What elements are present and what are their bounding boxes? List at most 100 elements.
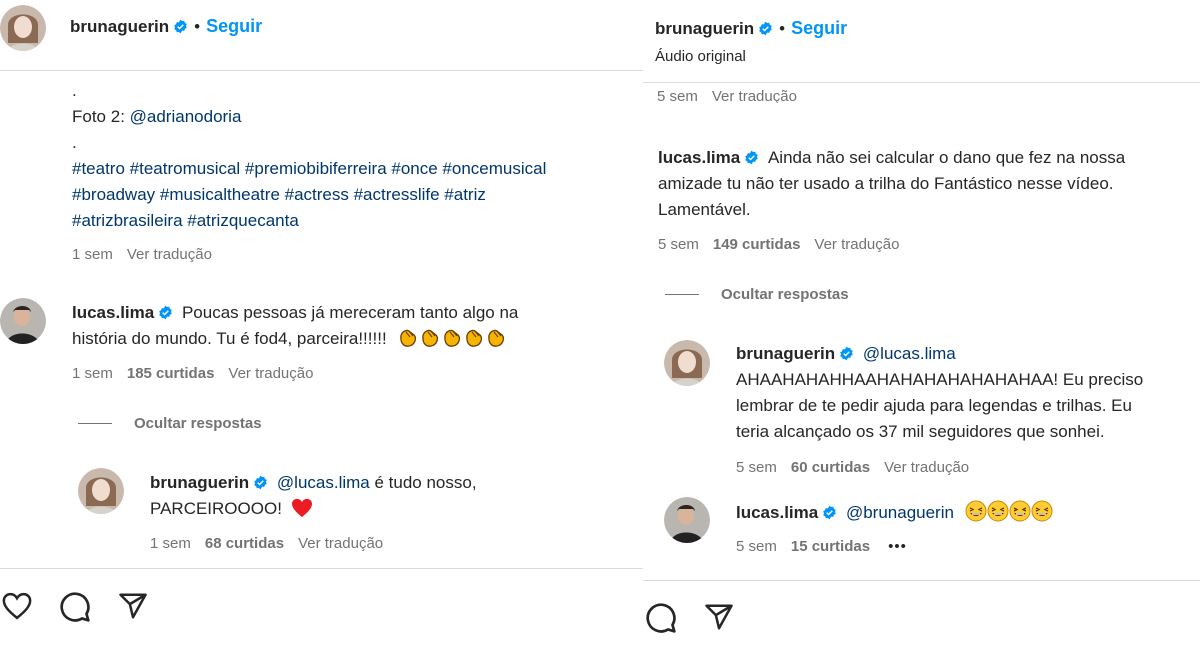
comment-text: história do mundo. Tu é fod4, parceira!!…	[72, 329, 387, 348]
post-header: brunaguerin • Seguir	[70, 16, 262, 37]
left-post-panel: brunaguerin • Seguir . Foto 2: @adrianodor…	[0, 0, 643, 648]
translate-link[interactable]: Ver tradução	[127, 246, 212, 263]
cropped-caption-remnant	[72, 64, 412, 72]
more-icon[interactable]: •••	[888, 538, 907, 555]
header-username[interactable]: brunaguerin	[70, 17, 169, 36]
hide-replies-label: Ocultar respostas	[134, 415, 262, 432]
likes-count[interactable]: 68 curtidas	[205, 535, 284, 552]
red-heart-emoji	[291, 498, 313, 518]
reply-meta: 1 sem 68 curtidas Ver tradução	[150, 535, 397, 552]
comment-icon[interactable]	[645, 602, 677, 634]
translate-link[interactable]: Ver tradução	[814, 236, 899, 253]
follow-button[interactable]: Seguir	[206, 16, 262, 36]
likes-count[interactable]: 60 curtidas	[791, 459, 870, 476]
verified-badge-icon	[744, 150, 759, 165]
comment-text: amizade tu não ter usado a trilha do Fan…	[658, 174, 1114, 193]
translate-link[interactable]: Ver tradução	[884, 459, 969, 476]
clap-emoji-group	[397, 329, 507, 348]
comment: lucas.lima Ainda não sei calcular o dano…	[658, 145, 1200, 223]
reply-text: AHAAHAHAHHAAHAHAHAHAHAHAHAA! Eu preciso	[736, 370, 1144, 389]
reply-username[interactable]: lucas.lima	[736, 503, 818, 522]
photo-credit-label: Foto 2:	[72, 107, 130, 126]
reply-time: 1 sem	[150, 535, 191, 552]
verified-badge-icon	[253, 475, 268, 490]
reply-text: é tudo nosso,	[369, 473, 477, 492]
share-icon[interactable]	[703, 602, 735, 632]
translate-link[interactable]: Ver tradução	[228, 365, 313, 382]
share-icon[interactable]	[117, 591, 149, 621]
caption-time: 1 sem	[72, 246, 113, 263]
caption-dot: .	[72, 133, 77, 152]
lucas-avatar[interactable]	[664, 497, 710, 543]
bruna-avatar[interactable]	[78, 468, 124, 514]
laughing-emoji	[1031, 500, 1053, 522]
verified-badge-icon	[839, 346, 854, 361]
reply-username[interactable]: brunaguerin	[150, 473, 249, 492]
comment-username[interactable]: lucas.lima	[72, 303, 154, 322]
clap-emoji	[397, 326, 419, 348]
post-caption: . Foto 2: @adrianodoria . #teatro #teatr…	[72, 78, 642, 234]
likes-count[interactable]: 15 curtidas	[791, 538, 870, 555]
reply-mention[interactable]: @brunaguerin	[846, 503, 954, 522]
laughing-emoji	[987, 500, 1009, 522]
reply-meta: 5 sem 60 curtidas Ver tradução	[736, 459, 983, 476]
clap-emoji	[441, 326, 463, 348]
laughing-emoji-group	[965, 500, 1053, 522]
reply-username[interactable]: brunaguerin	[736, 344, 835, 363]
hashtags-line[interactable]: #broadway #musicaltheatre #actress #actr…	[72, 182, 642, 208]
comment-text: Lamentável.	[658, 200, 751, 219]
reply-meta: 5 sem 15 curtidas •••	[736, 538, 921, 555]
clap-emoji	[485, 326, 507, 348]
photo-credit-mention[interactable]: @adrianodoria	[130, 107, 242, 126]
hide-replies-label: Ocultar respostas	[721, 286, 849, 303]
heart-icon[interactable]	[2, 592, 32, 620]
lucas-avatar[interactable]	[0, 298, 46, 344]
reply-comment: brunaguerin @lucas.lima é tudo nosso, PA…	[150, 470, 630, 522]
verified-badge-icon	[158, 305, 173, 320]
reply-text: lembrar de te pedir ajuda para legendas …	[736, 396, 1132, 415]
clap-emoji	[463, 326, 485, 348]
hashtags-line[interactable]: #teatro #teatromusical #premiobibiferrei…	[72, 156, 642, 182]
reply-text: teria alcançado os 37 mil seguidores que…	[736, 422, 1105, 441]
post-header: brunaguerin • Seguir	[655, 18, 847, 39]
laughing-emoji	[1009, 500, 1031, 522]
follow-button[interactable]: Seguir	[791, 18, 847, 38]
hide-replies-button[interactable]: Ocultar respostas	[78, 415, 262, 433]
caption-dot: .	[72, 81, 77, 100]
actions-divider	[643, 580, 1200, 581]
translate-link[interactable]: Ver tradução	[712, 88, 797, 103]
bruna-avatar[interactable]	[0, 5, 46, 51]
clap-emoji	[419, 326, 441, 348]
reply-mention[interactable]: @lucas.lima	[277, 473, 370, 492]
verified-badge-icon	[173, 19, 188, 34]
comment-icon[interactable]	[59, 591, 91, 623]
separator-dot: •	[779, 19, 786, 38]
header-username[interactable]: brunaguerin	[655, 19, 754, 38]
reply-comment: brunaguerin @lucas.lima AHAAHAHAHHAAHAHA…	[736, 341, 1200, 445]
likes-count[interactable]: 149 curtidas	[713, 236, 801, 253]
likes-count[interactable]: 185 curtidas	[127, 365, 215, 382]
verified-badge-icon	[822, 505, 837, 520]
audio-subtitle[interactable]: Áudio original	[655, 48, 746, 65]
comment: lucas.lima Poucas pessoas já mereceram t…	[72, 300, 632, 352]
comment-time: 1 sem	[72, 365, 113, 382]
cropped-meta: 5 sem Ver tradução	[657, 83, 957, 103]
translate-link[interactable]: Ver tradução	[298, 535, 383, 552]
reply-line	[665, 294, 699, 296]
comment-username[interactable]: lucas.lima	[658, 148, 740, 167]
hide-replies-button[interactable]: Ocultar respostas	[665, 286, 849, 304]
comment-text: Poucas pessoas já mereceram tanto algo n…	[181, 303, 519, 322]
verified-badge-icon	[758, 21, 773, 36]
caption-meta: 1 sem Ver tradução	[72, 246, 226, 263]
reply-line	[78, 423, 112, 425]
reply-comment: lucas.lima @brunaguerin	[736, 500, 1196, 526]
comment-time: 5 sem	[658, 236, 699, 253]
hashtags-line[interactable]: #atrizbrasileira #atrizquecanta	[72, 208, 642, 234]
caption-photo-credit: Foto 2: @adrianodoria	[72, 104, 642, 130]
reply-mention[interactable]: @lucas.lima	[863, 344, 956, 363]
bruna-avatar[interactable]	[664, 340, 710, 386]
laughing-emoji	[965, 500, 987, 522]
right-post-panel: brunaguerin • Seguir Áudio original 5 sem V…	[643, 0, 1200, 648]
comment-meta: 1 sem 185 curtidas Ver tradução	[72, 365, 327, 382]
reply-text: PARCEIROOOO!	[150, 499, 282, 518]
